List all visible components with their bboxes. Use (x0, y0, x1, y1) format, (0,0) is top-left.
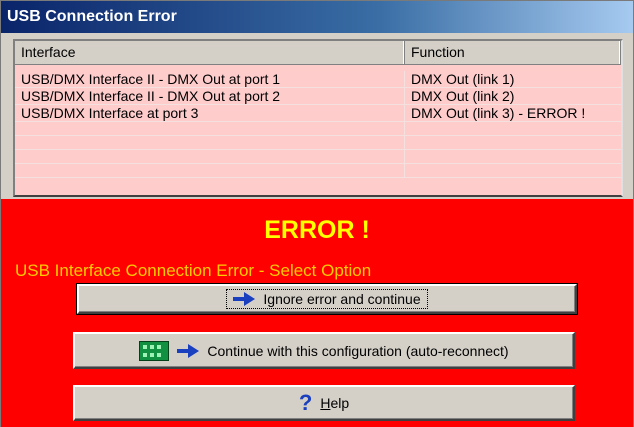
arrow-right-icon (177, 343, 200, 358)
ignore-error-label: Ignore error and continue (263, 291, 421, 307)
empty-cell (15, 164, 405, 177)
interface-list[interactable]: Interface Function USB/DMX Interface II … (13, 39, 623, 197)
continue-config-label: Continue with this configuration (auto-r… (207, 342, 509, 359)
empty-cell (15, 150, 405, 163)
arrow-right-icon (233, 292, 256, 306)
button-focus-frame: Ignore error and continue (226, 289, 428, 309)
column-header-interface[interactable]: Interface (15, 41, 405, 64)
empty-cell (15, 122, 405, 135)
function-cell: DMX Out (link 2) (411, 88, 515, 104)
list-row[interactable]: USB/DMX Interface at port 3 DMX Out (lin… (15, 105, 621, 122)
empty-cell (405, 136, 621, 149)
help-label: Help (320, 395, 349, 411)
empty-cell (405, 164, 621, 177)
title-bar: USB Connection Error (1, 1, 633, 33)
empty-row (15, 136, 621, 150)
error-subtitle: USB Interface Connection Error - Select … (15, 261, 372, 280)
empty-cell (405, 150, 621, 163)
function-cell: DMX Out (link 1) (411, 71, 515, 87)
interface-cell: USB/DMX Interface II - DMX Out at port 1 (15, 71, 405, 87)
function-cell: DMX Out (link 3) - ERROR ! (411, 105, 586, 121)
ignore-error-button[interactable]: Ignore error and continue (76, 283, 578, 315)
interface-cell: USB/DMX Interface II - DMX Out at port 2 (15, 88, 405, 104)
error-panel: ERROR ! USB Interface Connection Error -… (1, 199, 633, 427)
list-header: Interface Function (15, 41, 621, 65)
empty-row (15, 164, 621, 178)
empty-cell (15, 136, 405, 149)
interface-cell: USB/DMX Interface at port 3 (15, 105, 405, 121)
help-label-rest: elp (330, 395, 350, 411)
list-row[interactable]: USB/DMX Interface II - DMX Out at port 2… (15, 88, 621, 105)
window-title: USB Connection Error (7, 8, 177, 25)
empty-row (15, 122, 621, 136)
continue-config-button[interactable]: Continue with this configuration (auto-r… (73, 332, 575, 369)
question-icon: ? (298, 390, 313, 415)
empty-row (15, 150, 621, 164)
usb-interface-icon (139, 340, 170, 361)
usb-error-dialog: USB Connection Error Interface Function … (0, 0, 634, 427)
help-hotkey: H (320, 395, 331, 411)
error-title: ERROR ! (264, 216, 370, 244)
empty-cell (405, 122, 621, 135)
help-button[interactable]: ? Help (73, 385, 575, 421)
column-header-function[interactable]: Function (405, 41, 621, 64)
list-row[interactable]: USB/DMX Interface II - DMX Out at port 1… (15, 71, 621, 88)
